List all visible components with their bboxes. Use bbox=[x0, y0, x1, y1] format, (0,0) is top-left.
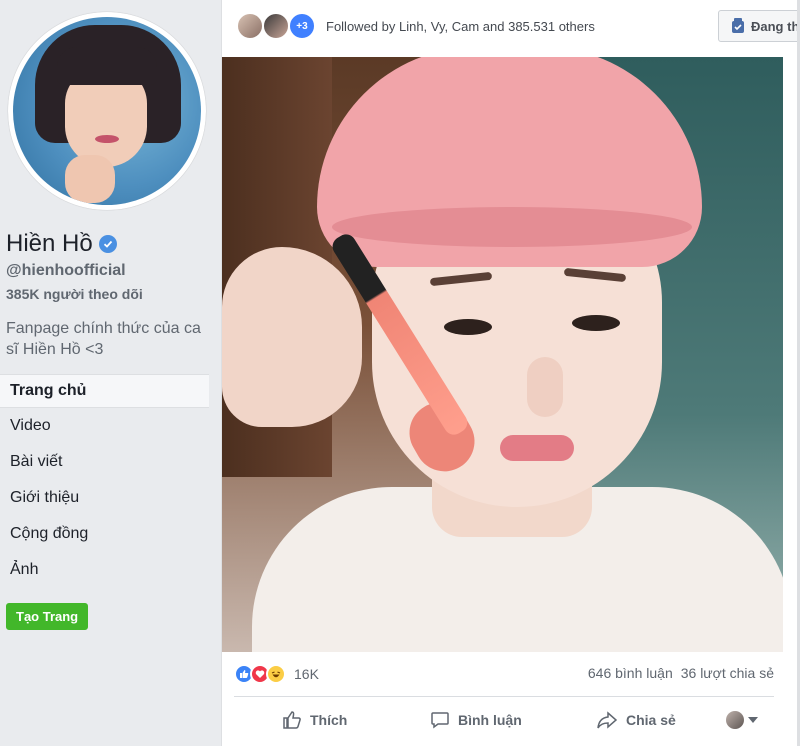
thumbs-up-icon bbox=[283, 710, 301, 729]
following-button[interactable]: Đang th bbox=[718, 10, 800, 42]
comment-button[interactable]: Bình luận bbox=[430, 702, 522, 738]
nav-item-photos[interactable]: Ảnh bbox=[0, 552, 209, 588]
profile-picture[interactable] bbox=[8, 12, 206, 210]
following-button-label: Đang th bbox=[751, 18, 800, 34]
follower-avatar[interactable] bbox=[262, 12, 290, 40]
more-followers-badge[interactable]: +3 bbox=[288, 12, 316, 40]
create-page-button[interactable]: Tạo Trang bbox=[6, 603, 89, 630]
comment-button-label: Bình luận bbox=[458, 711, 522, 728]
page-about: Fanpage chính thức của ca sĩ Hiền Hồ <3 bbox=[6, 320, 201, 358]
followers-count: 385K người theo dõi bbox=[6, 286, 143, 302]
nav-item-community[interactable]: Cộng đồng bbox=[0, 516, 209, 552]
post-card: +3 Followed by Linh, Vy, Cam and 385.531… bbox=[221, 0, 800, 746]
nav-item-home[interactable]: Trang chủ bbox=[0, 374, 209, 408]
chevron-down-icon bbox=[748, 716, 758, 723]
left-sidebar: Hiền Hồ @hienhoofficial 385K người theo … bbox=[0, 0, 221, 746]
page-nav: Trang chủ Video Bài viết Giới thiệu Cộng… bbox=[0, 374, 209, 588]
like-button-label: Thích bbox=[310, 711, 348, 728]
page-name-row: Hiền Hồ bbox=[6, 230, 117, 258]
like-button[interactable]: Thích bbox=[282, 702, 347, 738]
engagement-stats: 646 bình luận 36 lượt chia sẻ bbox=[588, 665, 774, 681]
verified-badge-icon bbox=[98, 235, 117, 253]
reactions-count[interactable]: 16K bbox=[294, 666, 319, 682]
nav-item-about[interactable]: Giới thiệu bbox=[0, 480, 209, 516]
share-button-label: Chia sẻ bbox=[626, 711, 676, 728]
post-actions: Thích Bình luận Chia sẻ bbox=[234, 696, 774, 742]
following-icon bbox=[732, 18, 744, 33]
shares-count[interactable]: 36 lượt chia sẻ bbox=[681, 665, 774, 681]
follower-avatar[interactable] bbox=[236, 12, 264, 40]
comments-count[interactable]: 646 bình luận bbox=[588, 665, 673, 681]
page-name[interactable]: Hiền Hồ bbox=[6, 230, 93, 258]
profile-avatar-image bbox=[13, 17, 201, 205]
followed-by-text[interactable]: Followed by Linh, Vy, Cam and 385.531 ot… bbox=[326, 19, 595, 34]
followed-by-bar: +3 Followed by Linh, Vy, Cam and 385.531… bbox=[222, 0, 798, 52]
reaction-profile-selector[interactable] bbox=[726, 702, 758, 738]
nav-item-video[interactable]: Video bbox=[0, 408, 209, 444]
share-arrow-icon bbox=[597, 710, 618, 729]
haha-reaction-icon[interactable] bbox=[266, 664, 286, 684]
post-stats: 16K 646 bình luận 36 lượt chia sẻ bbox=[234, 659, 774, 689]
comment-bubble-icon bbox=[431, 711, 449, 728]
current-user-avatar bbox=[726, 710, 744, 729]
post-photo[interactable] bbox=[222, 57, 783, 652]
nav-item-posts[interactable]: Bài viết bbox=[0, 444, 209, 480]
share-button[interactable]: Chia sẻ bbox=[596, 702, 676, 738]
page-handle[interactable]: @hienhoofficial bbox=[6, 262, 126, 280]
